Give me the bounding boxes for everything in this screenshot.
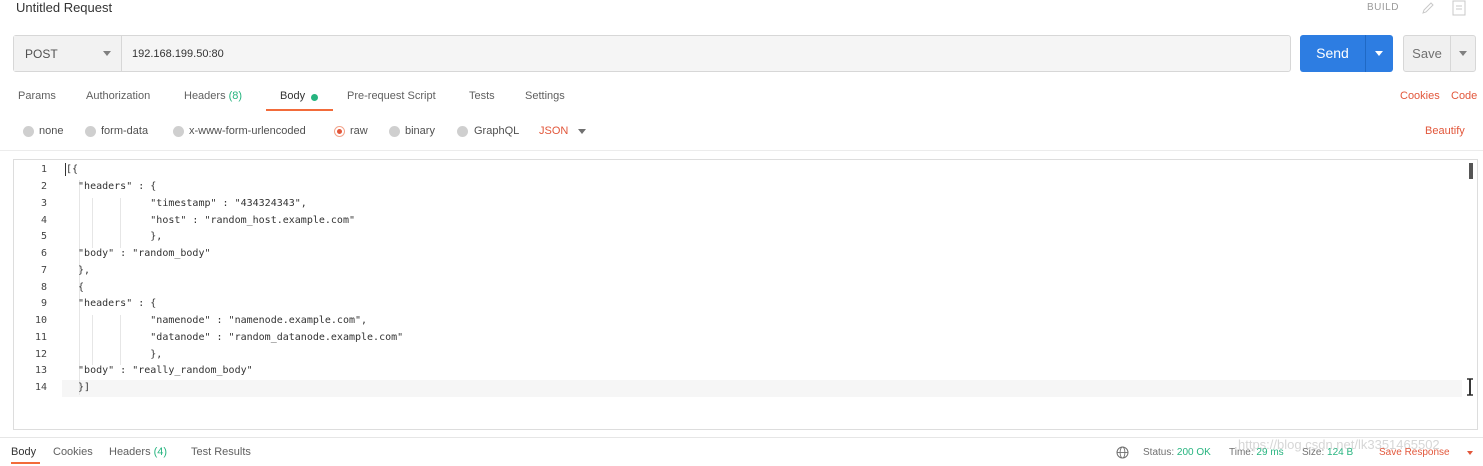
url-bar: POST bbox=[13, 35, 1291, 72]
text-cursor bbox=[65, 163, 66, 176]
tab-body-underline bbox=[266, 109, 333, 111]
line-number-gutter: 1 2 3 4 5 6 7 8 9 10 11 12 13 14 bbox=[14, 160, 61, 429]
code-editor[interactable]: 1 2 3 4 5 6 7 8 9 10 11 12 13 14 [{ "hea… bbox=[13, 159, 1478, 430]
radio-raw-label[interactable]: raw bbox=[350, 125, 368, 137]
radio-binary-label[interactable]: binary bbox=[405, 125, 435, 137]
code-line: "headers" : { bbox=[66, 298, 157, 309]
editor-scrollbar-thumb[interactable] bbox=[1469, 163, 1473, 179]
cookies-link[interactable]: Cookies bbox=[1400, 90, 1440, 102]
code-link[interactable]: Code bbox=[1451, 90, 1477, 102]
code-line: [{ bbox=[66, 164, 79, 175]
line-number: 2 bbox=[40, 181, 47, 192]
code-line: "body" : "really_random_body" bbox=[66, 365, 253, 376]
line-number: 7 bbox=[40, 265, 47, 276]
url-input[interactable] bbox=[123, 36, 1289, 71]
body-status-dot bbox=[311, 94, 318, 101]
save-response-button[interactable]: Save Response bbox=[1379, 447, 1450, 458]
line-number: 10 bbox=[34, 315, 47, 326]
code-line: "body" : "random_body" bbox=[66, 248, 211, 259]
line-number: 12 bbox=[34, 349, 47, 360]
send-label: Send bbox=[1316, 45, 1349, 61]
radio-graphql[interactable] bbox=[457, 126, 468, 137]
line-number: 9 bbox=[40, 298, 47, 309]
line-number: 14 bbox=[34, 382, 47, 393]
save-divider bbox=[1450, 36, 1451, 71]
line-number: 3 bbox=[40, 198, 47, 209]
request-title[interactable]: Untitled Request bbox=[16, 0, 112, 15]
method-select[interactable]: POST bbox=[14, 36, 122, 71]
line-number: 6 bbox=[40, 248, 47, 259]
response-tab-cookies[interactable]: Cookies bbox=[53, 446, 93, 458]
chevron-down-icon[interactable] bbox=[1467, 451, 1473, 455]
pencil-icon[interactable] bbox=[1420, 0, 1436, 16]
save-button[interactable]: Save bbox=[1403, 35, 1476, 72]
code-line: "datanode" : "random_datanode.example.co… bbox=[66, 332, 404, 343]
line-number: 8 bbox=[40, 282, 47, 293]
code-line: "timestamp" : "434324343", bbox=[66, 198, 307, 209]
format-select[interactable]: JSON bbox=[539, 125, 568, 137]
radio-form-data-label[interactable]: form-data bbox=[101, 125, 148, 137]
document-icon[interactable] bbox=[1450, 0, 1468, 16]
tab-pre-request-script[interactable]: Pre-request Script bbox=[347, 90, 436, 102]
code-line: }, bbox=[66, 349, 163, 360]
tab-headers[interactable]: Headers (8) bbox=[184, 90, 242, 102]
status-value: 200 OK bbox=[1176, 447, 1211, 458]
tab-body[interactable]: Body bbox=[280, 90, 305, 102]
response-tab-body[interactable]: Body bbox=[11, 446, 36, 458]
tab-tests[interactable]: Tests bbox=[469, 90, 495, 102]
radio-raw[interactable] bbox=[334, 126, 345, 137]
radio-graphql-label[interactable]: GraphQL bbox=[474, 125, 519, 137]
radio-none[interactable] bbox=[23, 126, 34, 137]
line-number: 4 bbox=[40, 215, 47, 226]
title-bar: Untitled Request BUILD bbox=[0, 0, 1483, 24]
code-line: { bbox=[66, 282, 85, 293]
radio-none-label[interactable]: none bbox=[39, 125, 63, 137]
active-line-highlight bbox=[62, 380, 1462, 397]
section-divider bbox=[0, 150, 1483, 151]
line-number: 1 bbox=[40, 164, 47, 175]
response-status: Status: 200 OK bbox=[1143, 447, 1211, 458]
tab-headers-label: Headers bbox=[184, 90, 226, 102]
tab-params[interactable]: Params bbox=[18, 90, 56, 102]
beautify-link[interactable]: Beautify bbox=[1425, 125, 1465, 137]
code-line: "host" : "random_host.example.com" bbox=[66, 215, 355, 226]
line-number: 11 bbox=[34, 332, 47, 343]
line-number: 13 bbox=[34, 365, 47, 376]
code-line: "namenode" : "namenode.example.com", bbox=[66, 315, 368, 326]
send-button[interactable]: Send bbox=[1300, 35, 1393, 72]
response-tab-headers-label: Headers bbox=[109, 446, 151, 458]
line-number: 5 bbox=[40, 231, 47, 242]
code-line: "headers" : { bbox=[66, 181, 157, 192]
radio-x-www-form-urlencoded-label[interactable]: x-www-form-urlencoded bbox=[189, 125, 306, 137]
radio-form-data[interactable] bbox=[85, 126, 96, 137]
code-line: }] bbox=[66, 382, 91, 393]
response-tab-test-results[interactable]: Test Results bbox=[191, 446, 251, 458]
response-tab-headers-count: (4) bbox=[153, 446, 168, 458]
send-divider bbox=[1365, 35, 1366, 72]
radio-x-www-form-urlencoded[interactable] bbox=[173, 126, 184, 137]
globe-icon[interactable] bbox=[1116, 446, 1129, 459]
chevron-down-icon bbox=[103, 51, 111, 56]
response-tab-underline bbox=[11, 462, 40, 464]
build-label[interactable]: BUILD bbox=[1367, 2, 1399, 13]
code-line: }, bbox=[66, 265, 91, 276]
tab-authorization[interactable]: Authorization bbox=[86, 90, 150, 102]
send-options-chevron-icon[interactable] bbox=[1375, 51, 1383, 56]
radio-binary[interactable] bbox=[389, 126, 400, 137]
tab-headers-count: (8) bbox=[228, 90, 243, 102]
response-tab-headers[interactable]: Headers (4) bbox=[109, 446, 167, 458]
chevron-down-icon[interactable] bbox=[578, 129, 586, 134]
caret-end-icon bbox=[1467, 378, 1473, 396]
status-label: Status: bbox=[1143, 447, 1175, 458]
code-line: }, bbox=[66, 231, 163, 242]
method-label: POST bbox=[25, 47, 58, 61]
save-options-chevron-icon[interactable] bbox=[1459, 51, 1467, 56]
save-label: Save bbox=[1412, 46, 1442, 61]
tab-settings[interactable]: Settings bbox=[525, 90, 565, 102]
